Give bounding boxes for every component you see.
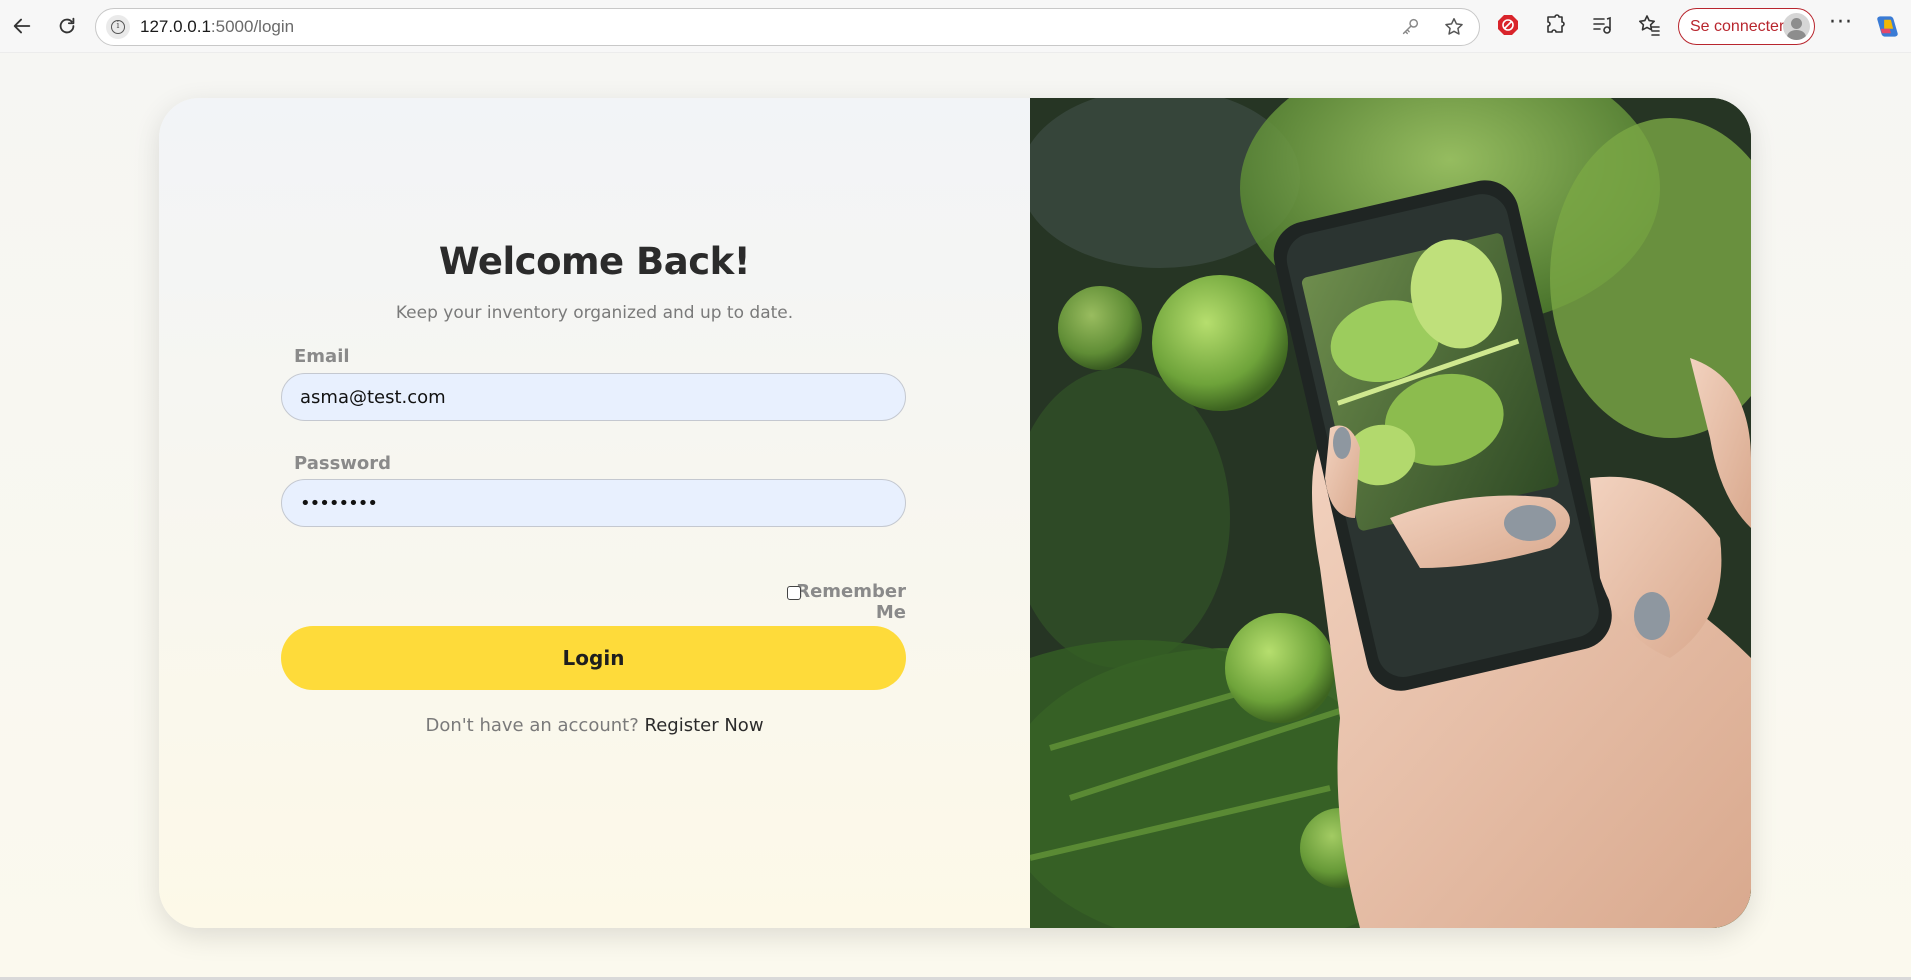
- more-options-icon[interactable]: ···: [1827, 12, 1855, 40]
- password-field[interactable]: ••••••••: [281, 479, 906, 527]
- hero-image: [1030, 98, 1751, 928]
- remember-me-row[interactable]: Remember Me: [779, 581, 906, 623]
- reload-button[interactable]: [47, 6, 87, 46]
- password-label: Password: [294, 453, 392, 474]
- login-form-panel: Welcome Back! Keep your inventory organi…: [159, 98, 1030, 928]
- url-host: 127.0.0.1: [140, 17, 211, 36]
- arrow-left-icon: [13, 18, 31, 34]
- adblock-extension-icon[interactable]: [1495, 12, 1521, 38]
- login-button[interactable]: Login: [281, 626, 906, 690]
- register-link[interactable]: Register Now: [645, 715, 764, 736]
- register-prompt: Don't have an account? Register Now: [159, 715, 1030, 736]
- key-icon[interactable]: [1399, 16, 1421, 38]
- page-background: Welcome Back! Keep your inventory organi…: [0, 53, 1911, 977]
- copilot-icon[interactable]: [1874, 13, 1901, 40]
- login-card: Welcome Back! Keep your inventory organi…: [159, 98, 1751, 928]
- page-subtitle: Keep your inventory organized and up to …: [395, 303, 794, 323]
- remember-me-checkbox[interactable]: [787, 586, 801, 600]
- extensions-icon[interactable]: [1542, 12, 1568, 38]
- remember-me-label: Remember Me: [796, 581, 906, 623]
- star-icon[interactable]: [1443, 16, 1465, 38]
- password-value: ••••••••: [300, 492, 378, 514]
- url-path: :5000/login: [210, 17, 295, 36]
- reload-icon: [59, 17, 75, 34]
- login-button-label: Login: [562, 646, 625, 670]
- back-button[interactable]: [2, 6, 42, 46]
- address-bar[interactable]: i 127.0.0.1:5000/login: [95, 8, 1480, 46]
- phone-photo-of-vegetables-image: [1030, 98, 1751, 928]
- email-label: Email: [294, 346, 350, 367]
- page-title: Welcome Back!: [438, 240, 751, 283]
- media-control-icon[interactable]: [1589, 12, 1615, 38]
- no-account-text: Don't have an account?: [425, 715, 639, 736]
- signin-label: Se connecter: [1690, 17, 1785, 35]
- email-field[interactable]: asma@test.com: [281, 373, 906, 421]
- site-info-icon[interactable]: i: [106, 15, 130, 39]
- signin-button[interactable]: Se connecter: [1678, 8, 1815, 45]
- email-value: asma@test.com: [300, 386, 446, 408]
- browser-toolbar: i 127.0.0.1:5000/login Se connecter ···: [0, 0, 1911, 53]
- profile-avatar-icon: [1783, 13, 1810, 40]
- favorites-icon[interactable]: [1636, 12, 1662, 38]
- url-text: 127.0.0.1:5000/login: [140, 17, 294, 37]
